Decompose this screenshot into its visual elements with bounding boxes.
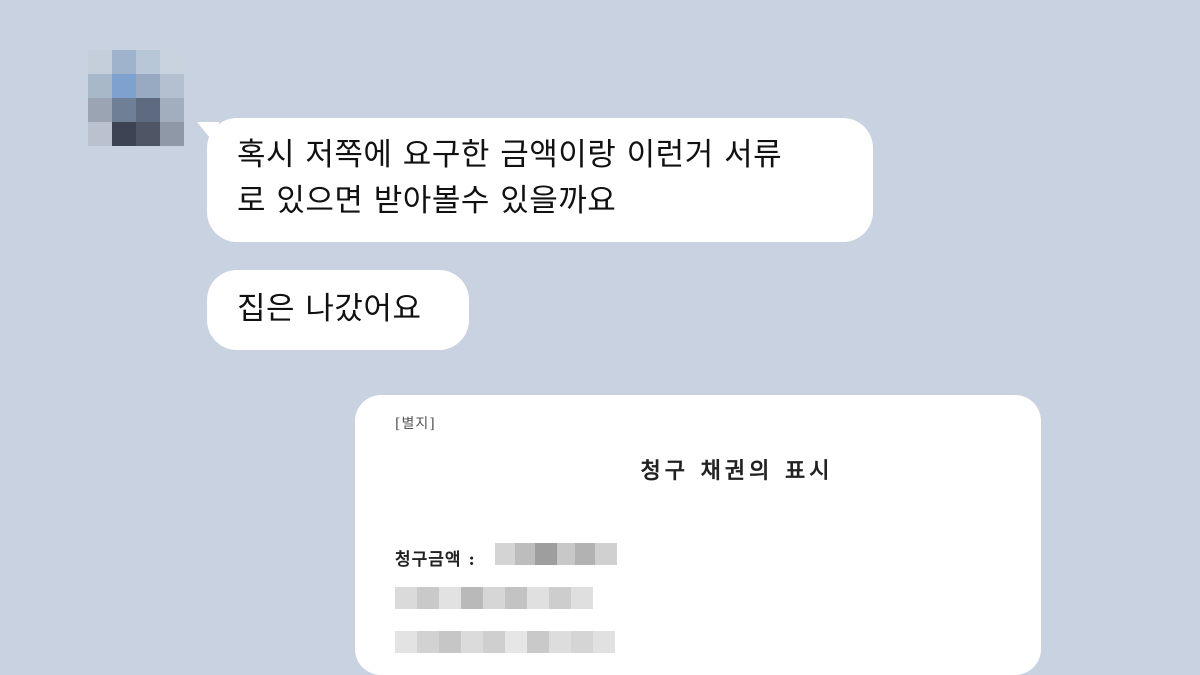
amount-label: 청구금액 : (395, 550, 476, 570)
redacted-amount (495, 543, 617, 565)
document-image-message[interactable]: [별지] 청구 채권의 표시 청구금액 : (355, 395, 1041, 675)
redacted-text (395, 631, 615, 653)
message-text: 혹시 저쪽에 요구한 금액이랑 이런거 서류 (237, 137, 783, 173)
message-bubble[interactable]: 혹시 저쪽에 요구한 금액이랑 이런거 서류 로 있으면 받아볼수 있을까요 (207, 118, 873, 242)
document-title: 청구 채권의 표시 (640, 458, 834, 484)
document-tag: [별지] (395, 416, 436, 432)
message-text: 집은 나갔어요 (237, 291, 422, 327)
avatar[interactable] (88, 50, 184, 146)
redacted-text (395, 587, 593, 609)
message-text: 로 있으면 받아볼수 있을까요 (237, 183, 617, 219)
chat-area: 혹시 저쪽에 요구한 금액이랑 이런거 서류 로 있으면 받아볼수 있을까요 집… (0, 0, 1200, 675)
message-bubble[interactable]: 집은 나갔어요 (207, 270, 469, 350)
